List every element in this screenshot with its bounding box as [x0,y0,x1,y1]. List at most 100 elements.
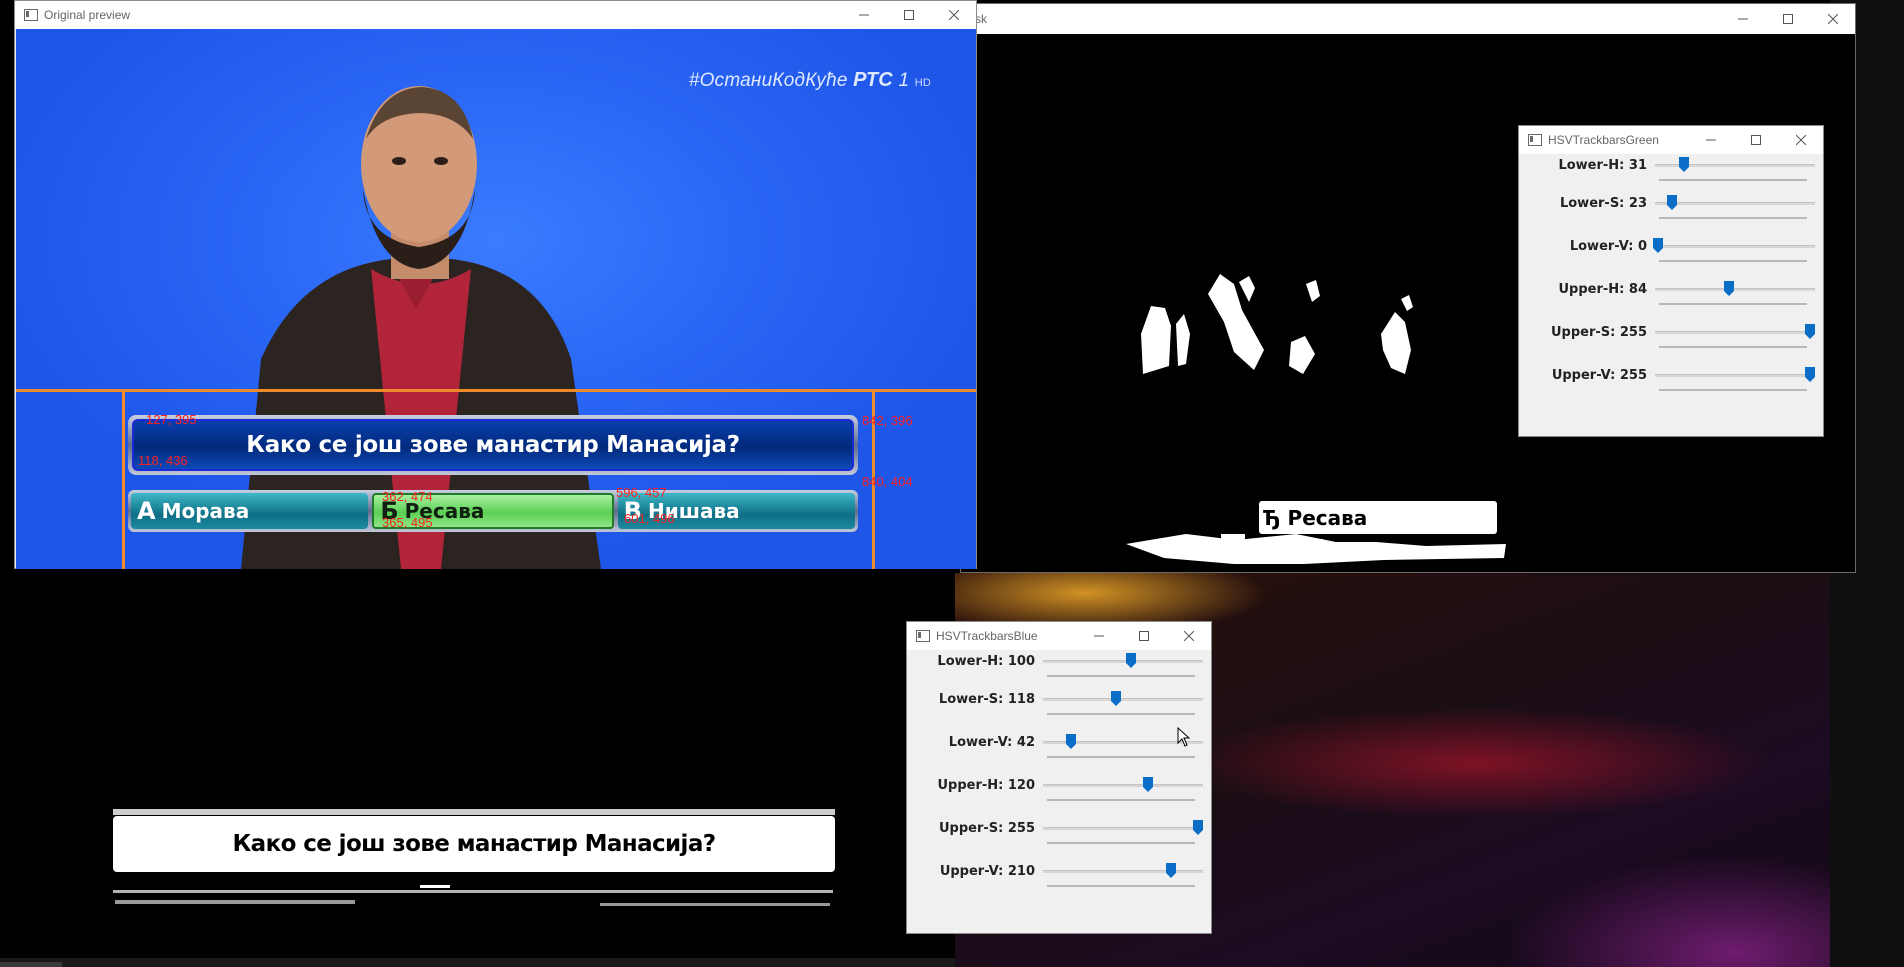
mask-question-text: Како се још зове манастир Манасија? [232,831,716,857]
trackbar-thumb[interactable] [1653,238,1663,253]
trackbar-track[interactable] [1655,288,1815,291]
mask-answer-text: Ђ Ресава [1263,505,1368,530]
maximize-button[interactable] [1121,622,1166,650]
crop-line-left [122,389,125,569]
trackbar-track[interactable] [1655,331,1815,334]
trackbar-label: Lower-S: 118 [938,692,1035,707]
mouse-cursor-icon [1177,727,1191,747]
maximize-button[interactable] [1733,126,1778,154]
video-frame: #ОстаниКодКуће РТС 1 HD Како се још зове… [16,29,976,569]
trackbar-label: Lower-V: 42 [948,735,1035,750]
crop-line-horizontal [16,389,976,392]
debug-coord: 601, 496 [624,511,675,526]
trackbar-thumb[interactable] [1111,691,1122,706]
trackbar-thumb[interactable] [1666,195,1677,210]
trackbar-track[interactable] [1043,870,1203,873]
mask-noise [113,809,835,906]
window-app-icon [24,9,38,21]
channel-quality: HD [914,77,931,89]
blue-window-title: HSVTrackbarsBlue [936,629,1038,643]
trackbar-thumb[interactable] [1805,367,1815,382]
trackbar-baseline [1659,260,1807,262]
preview-window[interactable]: Original preview #ОстаниКодКуће РТС 1 HD [14,0,977,569]
trackbar-label: Lower-S: 23 [1559,196,1647,211]
trackbar-label: Upper-V: 210 [939,864,1035,879]
trackbar-row: Upper-S: 255 [907,817,1211,857]
trackbar-track[interactable] [1043,827,1203,830]
close-button[interactable] [931,1,976,29]
minimize-button[interactable] [1688,126,1733,154]
trackbar-label: Lower-H: 100 [937,654,1035,669]
green-window-title: HSVTrackbarsGreen [1548,133,1659,147]
window-app-icon [1528,134,1542,146]
trackbar-baseline [1047,885,1195,887]
trackbar-baseline [1047,675,1195,677]
trackbar-label: Upper-S: 255 [938,821,1035,836]
trackbar-baseline [1659,217,1807,219]
trackbar-row: Lower-H: 100 [907,650,1211,690]
trackbar-baseline [1659,346,1807,348]
trackbar-thumb[interactable] [1193,820,1203,835]
trackbar-row: Upper-V: 255 [1519,364,1823,404]
trackbar-row: Upper-S: 255 [1519,321,1823,361]
debug-coord: 127, 395 [146,412,197,427]
channel-logo: #ОстаниКодКуће РТС 1 HD [689,69,931,92]
trackbar-thumb[interactable] [1066,734,1077,749]
trackbar-row: Lower-H: 31 [1519,154,1823,194]
trackbar-row: Upper-H: 120 [907,774,1211,814]
answer-a: A Морава [131,493,369,529]
trackbar-baseline [1659,303,1807,305]
question-text: Како се још зове манастир Манасија? [246,432,740,458]
preview-titlebar[interactable]: Original preview [15,1,976,29]
trackbar-row: Lower-S: 23 [1519,192,1823,232]
question-mask-output [0,573,955,958]
hashtag-text: #ОстаниКодКуће [688,70,848,91]
trackbar-thumb[interactable] [1679,157,1690,172]
trackbar-label: Upper-V: 255 [1551,368,1647,383]
trackbar-baseline [1659,389,1807,391]
maximize-button[interactable] [886,1,931,29]
answer-letter: A [137,497,156,525]
trackbar-baseline [1047,799,1195,801]
taskbar-fragment [0,962,62,967]
hsv-green-window[interactable]: HSVTrackbarsGreen Lower-H: 31 Lower-S: 23… [1518,125,1824,437]
minimize-button[interactable] [1076,622,1121,650]
trackbar-label: Upper-S: 255 [1550,325,1647,340]
close-button[interactable] [1810,4,1855,34]
trackbar-thumb[interactable] [1142,777,1153,792]
debug-coord: 365, 495 [382,515,433,530]
trackbar-row: Upper-V: 210 [907,860,1211,900]
trackbar-track[interactable] [1655,202,1815,205]
blue-window-titlebar[interactable]: HSVTrackbarsBlue [907,622,1211,650]
close-button[interactable] [1166,622,1211,650]
channel-number: 1 [898,70,910,91]
trackbar-track[interactable] [1043,698,1203,701]
answer-text: Морава [161,499,250,523]
trackbar-thumb[interactable] [1724,281,1735,296]
trackbar-thumb[interactable] [1166,863,1177,878]
minimize-button[interactable] [841,1,886,29]
trackbar-row: Upper-H: 84 [1519,278,1823,318]
question-panel: Како се још зове манастир Манасија? [128,415,858,475]
trackbar-track[interactable] [1043,784,1203,787]
trackbar-baseline [1047,713,1195,715]
trackbar-row: Lower-V: 0 [1519,235,1823,275]
preview-window-title: Original preview [44,8,131,22]
trackbar-thumb[interactable] [1125,653,1136,668]
trackbar-label: Upper-H: 120 [937,778,1035,793]
trackbar-track[interactable] [1655,245,1815,248]
trackbar-track[interactable] [1655,374,1815,377]
answers-panel: A Морава Б Ресава В Нишава [128,490,858,532]
trackbar-track[interactable] [1043,660,1203,663]
minimize-button[interactable] [1720,4,1765,34]
window-app-icon [916,630,930,642]
mask-window-titlebar[interactable]: sk [961,4,1855,34]
green-window-titlebar[interactable]: HSVTrackbarsGreen [1519,126,1823,154]
maximize-button[interactable] [1765,4,1810,34]
close-button[interactable] [1778,126,1823,154]
trackbar-baseline [1047,756,1195,758]
trackbar-thumb[interactable] [1805,324,1815,339]
desktop-bottom-edge [0,958,955,967]
hsv-blue-window[interactable]: HSVTrackbarsBlue Lower-H: 100 Lower-S: 11… [906,621,1212,934]
trackbar-row: Lower-S: 118 [907,688,1211,728]
